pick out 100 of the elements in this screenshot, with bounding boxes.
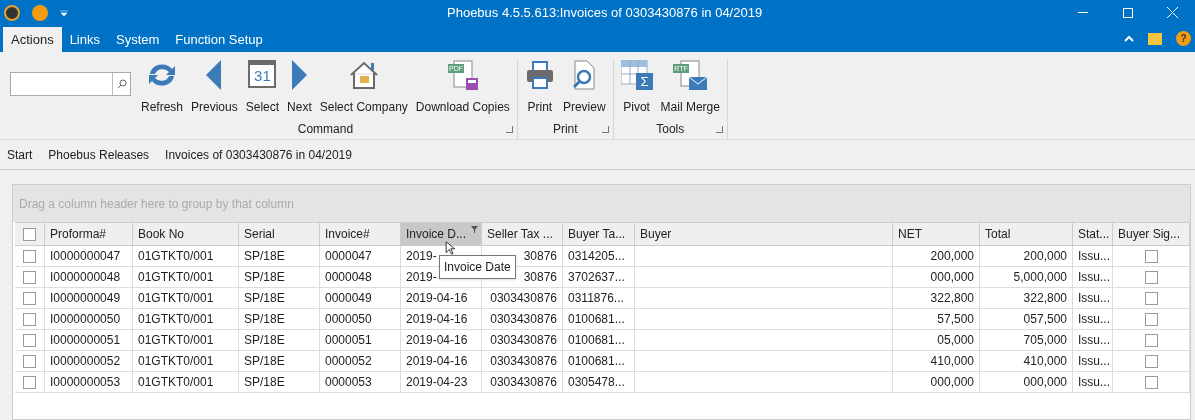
signed-checkbox[interactable] [1144, 312, 1158, 326]
table-cell-text: 01GTKT0/001 [138, 290, 214, 307]
table-cell-text: Issu... [1078, 353, 1110, 370]
signed-checkbox[interactable] [1144, 270, 1158, 284]
signed-checkbox[interactable] [1144, 354, 1158, 368]
row-checkbox[interactable] [23, 375, 36, 389]
close-icon [1167, 7, 1178, 18]
table-cell-text: I0000000053 [50, 374, 121, 391]
ribbon-button[interactable]: Preview [559, 60, 609, 118]
ribbon-button[interactable]: Previous [188, 60, 241, 118]
column-header[interactable]: Stat... [1073, 223, 1113, 245]
table-cell-text: 01GTKT0/001 [138, 248, 214, 265]
table-cell-text: 01GTKT0/001 [138, 374, 214, 391]
column-header[interactable]: Book No [133, 223, 239, 245]
table-cell-text: 322,800 [1023, 290, 1067, 307]
breadcrumb-item[interactable]: Phoebus Releases [48, 145, 150, 164]
ribbon-tab[interactable]: Function Setup [167, 27, 271, 52]
table-cell-text: 410,000 [1023, 353, 1067, 370]
folder-icon[interactable] [1148, 32, 1162, 45]
column-header[interactable]: Seller Tax ... [482, 223, 563, 245]
column-header[interactable]: NET [893, 223, 980, 245]
signed-checkbox[interactable] [1144, 333, 1158, 347]
ribbon-tab[interactable]: Actions [3, 27, 62, 52]
table-cell-text: 05,000 [937, 332, 974, 349]
collapse-icon[interactable] [1124, 35, 1134, 42]
table-cell-text: 0303430876 [490, 290, 557, 307]
table-cell-text: 200,000 [1023, 248, 1067, 265]
column-header[interactable]: Buyer Ta... [563, 223, 635, 245]
column-header[interactable]: Proforma# [45, 223, 133, 245]
row-checkbox[interactable] [23, 270, 36, 284]
ribbon-button[interactable]: Next [284, 60, 315, 118]
help-button[interactable]: ? [1176, 31, 1191, 46]
search-icon [116, 79, 127, 89]
table-cell-text: 0100681... [568, 353, 625, 370]
dialog-launcher-icon[interactable] [505, 125, 513, 133]
ribbon-button[interactable]: Print [521, 60, 558, 118]
table-cell-text: Issu... [1078, 290, 1110, 307]
table-cell-text: SP/18E [244, 269, 285, 286]
table-cell-text: I0000000051 [50, 332, 121, 349]
table-cell-text: 0100681... [568, 311, 625, 328]
table-cell-text: 057,500 [1023, 311, 1067, 328]
table-cell-text: 3702637... [568, 269, 625, 286]
window-title: Phoebus 4.5.5.613:Invoices of 0303430876 in 04/2019 [447, 3, 763, 22]
table-cell-text: Issu... [1078, 374, 1110, 391]
row-checkbox[interactable] [23, 354, 36, 368]
column-header[interactable]: Invoice D... [401, 223, 482, 245]
table-cell-text: I0000000047 [50, 248, 121, 265]
search-field[interactable] [10, 72, 131, 96]
signed-checkbox[interactable] [1144, 291, 1158, 305]
table-cell-text: 0305478... [568, 374, 625, 391]
table-cell-text: I0000000050 [50, 311, 121, 328]
table-cell-text: I0000000048 [50, 269, 121, 286]
table-cell-text: SP/18E [244, 353, 285, 370]
dropdown-icon[interactable] [60, 9, 68, 16]
app-logo-icon[interactable] [4, 4, 20, 21]
select-all-checkbox[interactable] [23, 227, 36, 241]
row-checkbox[interactable] [23, 312, 36, 326]
table-cell-text: 0303430876 [490, 374, 557, 391]
table-cell-text: 0000049 [325, 290, 372, 307]
table-cell-text: 200,000 [930, 248, 974, 265]
ribbon-button[interactable]: Select Company [316, 60, 411, 118]
table-cell-text: 2019- [406, 269, 437, 286]
column-header[interactable]: Serial [239, 223, 320, 245]
table-cell-text: 01GTKT0/001 [138, 269, 214, 286]
table-cell-text: 0000050 [325, 311, 372, 328]
ribbon-button[interactable]: Σ Pivot [617, 60, 656, 118]
breadcrumb-item[interactable]: Start [7, 145, 33, 164]
filter-icon[interactable] [471, 226, 478, 233]
row-checkbox[interactable] [23, 291, 36, 305]
ribbon-tab[interactable]: System [108, 27, 168, 52]
signed-checkbox[interactable] [1144, 375, 1158, 389]
column-header[interactable]: Buyer [635, 223, 893, 245]
signed-checkbox[interactable] [1144, 249, 1158, 263]
right-triangle-icon [291, 60, 308, 90]
table-cell-text: 30876 [523, 269, 557, 286]
breadcrumb-item[interactable]: Invoices of 0303430876 in 04/2019 [165, 145, 352, 164]
calendar-icon: 31 [248, 60, 277, 88]
table-cell-text: 57,500 [937, 311, 974, 328]
cursor-icon [445, 241, 455, 255]
table-cell-text: 0100681... [568, 332, 625, 349]
maximize-icon [1122, 7, 1133, 18]
printer-icon [524, 60, 555, 90]
table-cell-text: SP/18E [244, 332, 285, 349]
column-header[interactable]: Buyer Sig... [1113, 223, 1190, 245]
table-cell-text: 0000047 [325, 248, 372, 265]
ribbon-button[interactable]: Refresh [138, 60, 187, 118]
row-checkbox[interactable] [23, 249, 36, 263]
column-header[interactable]: Total [980, 223, 1073, 245]
table-cell-text: 0000051 [325, 332, 372, 349]
row-checkbox[interactable] [23, 333, 36, 347]
table-cell-text: 01GTKT0/001 [138, 353, 214, 370]
dialog-launcher-icon[interactable] [601, 125, 609, 133]
table-cell-text: SP/18E [244, 290, 285, 307]
table-cell-text: Issu... [1078, 269, 1110, 286]
magnifier-page-icon [571, 60, 598, 90]
tooltip: Invoice Date [439, 255, 516, 279]
house-icon [348, 60, 379, 90]
ribbon-tab[interactable]: Links [61, 27, 108, 52]
ribbon-button[interactable]: 31 Select [242, 60, 283, 118]
dialog-launcher-icon[interactable] [715, 125, 723, 133]
